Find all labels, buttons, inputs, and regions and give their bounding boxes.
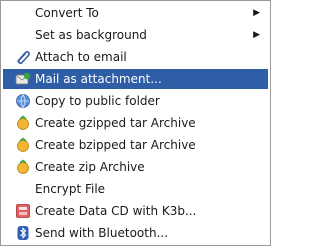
- context-menu: Convert To ▶ Set as background ▶ Attach …: [0, 0, 271, 246]
- menu-item-convert-to[interactable]: Convert To ▶: [3, 3, 268, 23]
- menu-item-send-with-bluetooth[interactable]: Send with Bluetooth...: [3, 223, 268, 243]
- menu-item-label: Create gzipped tar Archive: [35, 116, 196, 130]
- submenu-arrow-icon: ▶: [253, 30, 260, 40]
- menu-item-attach-to-email[interactable]: Attach to email: [3, 47, 268, 67]
- menu-item-label: Send with Bluetooth...: [35, 226, 169, 240]
- menu-item-encrypt-file[interactable]: Encrypt File: [3, 179, 268, 199]
- submenu-arrow-icon: ▶: [253, 8, 260, 18]
- menu-item-label: Encrypt File: [35, 182, 106, 196]
- k3b-cd-icon: [16, 204, 30, 218]
- paperclip-icon: [17, 51, 30, 65]
- menu-item-mail-as-attachment[interactable]: Mail as attachment...: [3, 69, 268, 89]
- menu-item-label: Create Data CD with K3b...: [35, 204, 197, 218]
- menu-item-create-gzipped-tar-archive[interactable]: Create gzipped tar Archive: [3, 113, 268, 133]
- archive-icon: [17, 159, 29, 174]
- globe-folder-icon: [16, 94, 30, 108]
- archive-icon: [17, 115, 29, 130]
- menu-item-copy-to-public-folder[interactable]: Copy to public folder: [3, 91, 268, 111]
- menu-item-label: Convert To: [35, 6, 99, 20]
- menu-item-set-as-background[interactable]: Set as background ▶: [3, 25, 268, 45]
- menu-item-create-bzipped-tar-archive[interactable]: Create bzipped tar Archive: [3, 135, 268, 155]
- menu-item-label: Copy to public folder: [35, 94, 160, 108]
- menu-item-create-data-cd-k3b[interactable]: Create Data CD with K3b...: [3, 201, 268, 221]
- menu-item-label: Create zip Archive: [35, 160, 145, 174]
- menu-item-label: Mail as attachment...: [35, 72, 162, 86]
- menu-item-label: Set as background: [35, 28, 147, 42]
- menu-item-create-zip-archive[interactable]: Create zip Archive: [3, 157, 268, 177]
- mail-send-icon: [15, 72, 31, 85]
- menu-item-label: Attach to email: [35, 50, 127, 64]
- menu-item-label: Create bzipped tar Archive: [35, 138, 196, 152]
- bluetooth-icon: [17, 226, 29, 240]
- archive-icon: [17, 137, 29, 152]
